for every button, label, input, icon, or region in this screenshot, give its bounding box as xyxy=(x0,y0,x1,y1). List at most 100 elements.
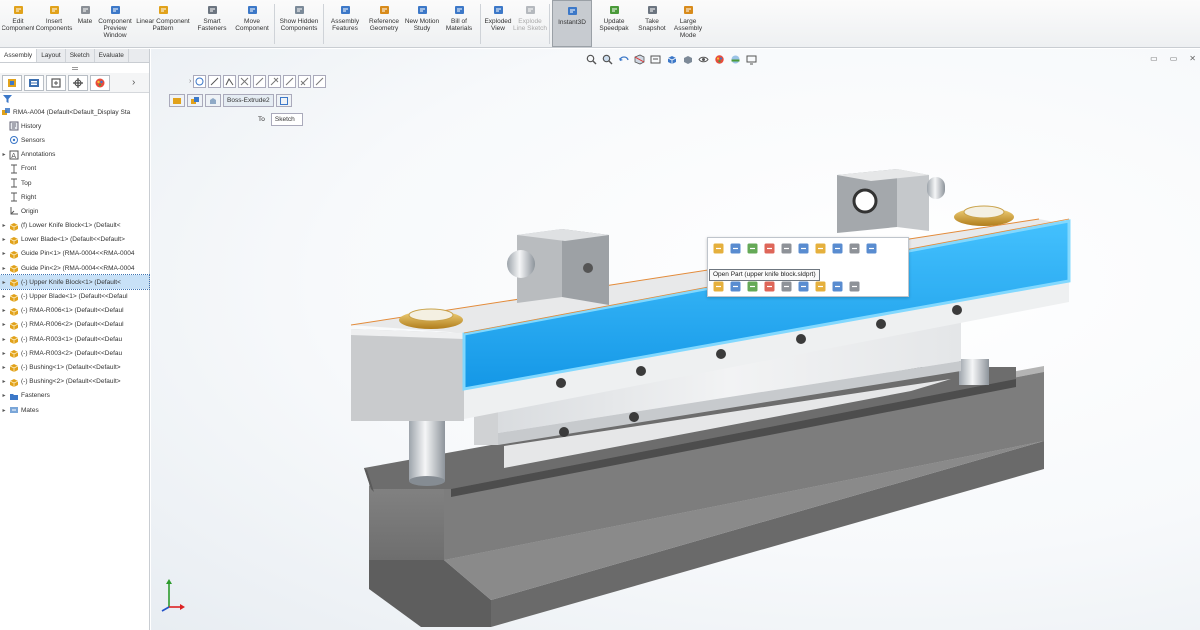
configuration-manager-tab-icon[interactable] xyxy=(46,74,66,91)
ribbon-separator xyxy=(323,4,324,44)
clamp-block-left[interactable] xyxy=(507,229,609,305)
normal-to-icon[interactable] xyxy=(729,280,742,293)
display-manager-tab-icon[interactable] xyxy=(90,74,110,91)
appearance-icon[interactable] xyxy=(763,242,776,255)
tree-item[interactable]: ▸ Mates xyxy=(0,403,149,417)
guide-pin-right[interactable] xyxy=(959,359,989,385)
feature-manager-tab-icon[interactable] xyxy=(2,74,22,91)
tree-item[interactable]: Top xyxy=(0,176,149,190)
move-with-triad-icon[interactable] xyxy=(797,280,810,293)
model-graphic[interactable] xyxy=(151,49,1200,630)
show-hidden-components-button[interactable]: Show Hidden Components xyxy=(277,0,321,47)
tree-item-label: Mates xyxy=(21,406,39,414)
smart-fasteners-button[interactable]: Smart Fasteners xyxy=(192,0,232,47)
tab-assembly[interactable]: Assembly xyxy=(0,49,38,62)
expand-arrow-icon[interactable]: ▸ xyxy=(0,265,8,272)
tree-item[interactable]: ▸ (-) RMA-R006<1> (Default<<Defaul xyxy=(0,304,149,318)
expand-arrow-icon[interactable]: ▸ xyxy=(0,293,8,300)
tree-item[interactable]: ▸ Guide Pin<1> (RMA-0004<<RMA-0004 xyxy=(0,247,149,261)
filter-icon[interactable] xyxy=(2,94,14,104)
expand-arrow-icon[interactable]: ▸ xyxy=(0,364,8,371)
change-transparency-icon[interactable] xyxy=(746,280,759,293)
more-tabs-arrow-icon[interactable]: › xyxy=(132,75,135,91)
panel-grip[interactable] xyxy=(0,63,149,73)
large-assembly-icon xyxy=(681,3,695,16)
guide-pin-left[interactable] xyxy=(409,419,445,486)
tree-item[interactable]: ▸ A Annotations xyxy=(0,148,149,162)
linear-component-pattern-button[interactable]: Linear Component Pattern xyxy=(134,0,192,47)
component-preview-window-button[interactable]: Component Preview Window xyxy=(96,0,134,47)
tree-item[interactable]: ▸ Guide Pin<2> (RMA-0004<<RMA-0004 xyxy=(0,261,149,275)
property-manager-tab-icon[interactable] xyxy=(24,74,44,91)
component-properties-icon[interactable] xyxy=(831,280,844,293)
tab-layout[interactable]: Layout xyxy=(37,49,66,62)
tree-item[interactable]: ▸ Lower Blade<1> (Default<<Default> xyxy=(0,233,149,247)
edit-sketch-icon[interactable] xyxy=(780,280,793,293)
context-toolbar-row-2 xyxy=(712,280,861,293)
tree-item[interactable]: ▸ Fasteners xyxy=(0,389,149,403)
insert-components-button[interactable]: Insert Components xyxy=(34,0,74,47)
large-assembly-mode-button[interactable]: Large Assembly Mode xyxy=(668,0,708,47)
tree-item[interactable]: ▸ (-) RMA-R006<2> (Default<<Defaul xyxy=(0,318,149,332)
assembly-features-button[interactable]: Assembly Features xyxy=(326,0,364,47)
zoom-to-selection-icon[interactable] xyxy=(763,280,776,293)
move-component-button[interactable]: Move Component xyxy=(232,0,272,47)
tree-item[interactable]: ▸ (-) RMA-R003<2> (Default<<Defau xyxy=(0,346,149,360)
tree-item[interactable]: ▸ (-) Bushing<2> (Default<<Default> xyxy=(0,375,149,389)
tree-item-label: (-) RMA-R006<2> (Default<<Defaul xyxy=(21,321,124,329)
expand-arrow-icon[interactable]: ▸ xyxy=(0,350,8,357)
make-transparent-icon[interactable] xyxy=(729,242,742,255)
expand-arrow-icon[interactable]: ▸ xyxy=(0,250,8,257)
take-snapshot-button[interactable]: Take Snapshot xyxy=(636,0,668,47)
smart-dimension-icon[interactable] xyxy=(780,242,793,255)
expand-arrow-icon[interactable]: ▸ xyxy=(0,392,8,399)
clamp-block-right[interactable] xyxy=(837,169,945,233)
svg-text:A: A xyxy=(11,152,16,160)
tree-item[interactable]: Origin xyxy=(0,204,149,218)
tab-evaluate[interactable]: Evaluate xyxy=(95,49,129,62)
exploded-view-button[interactable]: Exploded View xyxy=(483,0,513,47)
ribbon-separator xyxy=(274,4,275,44)
expand-arrow-icon[interactable]: ▸ xyxy=(0,321,8,328)
update-speedpak-button[interactable]: Update Speedpak xyxy=(592,0,636,47)
expand-arrow-icon[interactable]: ▸ xyxy=(0,236,8,243)
tree-item[interactable]: ▸ (f) Lower Knife Block<1> (Default< xyxy=(0,219,149,233)
tree-item[interactable]: ▸ (-) RMA-R003<1> (Default<<Defau xyxy=(0,332,149,346)
component-preview-icon[interactable] xyxy=(848,280,861,293)
isolate-icon[interactable] xyxy=(814,242,827,255)
expand-arrow-icon[interactable]: ▸ xyxy=(0,279,8,286)
instant3d-button[interactable]: Instant3D xyxy=(552,0,592,47)
new-motion-study-button[interactable]: New Motion Study xyxy=(404,0,440,47)
expand-arrow-icon[interactable]: ▸ xyxy=(0,307,8,314)
explode-line-sketch-button[interactable]: Explode Line Sketch xyxy=(513,0,547,47)
rotate-component-icon[interactable] xyxy=(814,280,827,293)
replace-component-icon[interactable] xyxy=(865,242,878,255)
hide-components-icon[interactable] xyxy=(746,242,759,255)
mate-button[interactable]: Mate xyxy=(74,0,96,47)
view-mates-icon[interactable] xyxy=(848,242,861,255)
tree-item[interactable]: Right xyxy=(0,190,149,204)
dimxpert-tab-icon[interactable] xyxy=(68,74,88,91)
edit-part-icon[interactable] xyxy=(797,242,810,255)
expand-arrow-icon[interactable]: ▸ xyxy=(0,222,8,229)
tree-item[interactable]: Front xyxy=(0,162,149,176)
expand-arrow-icon[interactable]: ▸ xyxy=(0,407,8,414)
reference-geometry-button[interactable]: Reference Geometry xyxy=(364,0,404,47)
tree-item[interactable]: History xyxy=(0,119,149,133)
expand-arrow-icon[interactable]: ▸ xyxy=(0,151,8,158)
bill-of-materials-button[interactable]: Bill of Materials xyxy=(440,0,478,47)
tab-sketch[interactable]: Sketch xyxy=(66,49,95,62)
open-part-icon[interactable] xyxy=(712,242,725,255)
tree-item[interactable]: ▸ (-) Bushing<1> (Default<<Default> xyxy=(0,360,149,374)
bushing-right[interactable] xyxy=(954,205,1014,226)
tree-item[interactable]: Sensors xyxy=(0,133,149,147)
graphics-area[interactable]: ▭ ▭ ✕ › Boss-Extrude2 To Sketch Open Par… xyxy=(151,49,1200,630)
tree-root[interactable]: RMA-A004 (Default<Default_Display Sta xyxy=(0,105,149,119)
tree-item[interactable]: ▸ (-) Upper Blade<1> (Default<<Defaul xyxy=(0,289,149,303)
expand-arrow-icon[interactable]: ▸ xyxy=(0,336,8,343)
edit-component-button[interactable]: Edit Component xyxy=(2,0,34,47)
tree-item[interactable]: ▸ (-) Upper Knife Block<1> (Default< xyxy=(0,274,150,291)
select-other-icon[interactable] xyxy=(712,280,725,293)
mate-icon[interactable] xyxy=(831,242,844,255)
expand-arrow-icon[interactable]: ▸ xyxy=(0,378,8,385)
